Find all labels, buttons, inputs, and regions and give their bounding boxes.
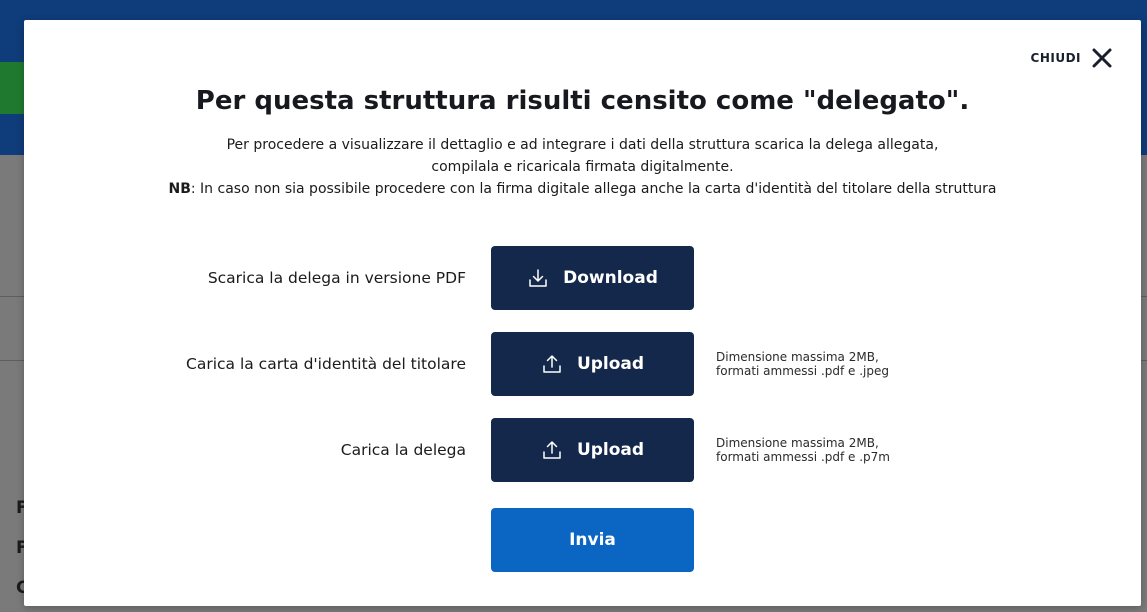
close-label: CHIUDI xyxy=(1030,51,1081,65)
upload-delegation-label: Carica la delega xyxy=(340,441,466,459)
note-line: formati ammessi .pdf e .p7m xyxy=(716,450,890,464)
upload-delegation-button-label: Upload xyxy=(576,440,645,460)
nb-note: NB: In caso non sia possibile procedere … xyxy=(24,178,1141,200)
note-line: formati ammessi .pdf e .jpeg xyxy=(716,364,890,378)
upload-id-card-button-label: Upload xyxy=(576,354,645,374)
intro-line: Per procedere a visualizzare il dettagli… xyxy=(226,137,939,153)
upload-icon xyxy=(543,355,561,373)
submit-button[interactable]: Invia xyxy=(491,508,694,572)
close-icon xyxy=(1092,48,1112,68)
modal-title: Per questa struttura risulti censito com… xyxy=(195,86,970,116)
download-button-label: Download xyxy=(563,268,658,288)
upload-id-card-note: Dimensione massima 2MB, formati ammessi … xyxy=(716,350,889,378)
upload-id-card-button[interactable]: Upload xyxy=(491,332,694,396)
download-button[interactable]: Download xyxy=(491,246,694,310)
upload-icon xyxy=(543,441,561,459)
delegate-modal: CHIUDI Per questa struttura risulti cens… xyxy=(24,20,1141,606)
note-line: Dimensione massima 2MB, xyxy=(716,350,879,364)
note-line: Dimensione massima 2MB, xyxy=(716,436,879,450)
download-label: Scarica la delega in versione PDF xyxy=(207,269,466,287)
upload-id-card-row: Carica la carta d'identità del titolare … xyxy=(24,332,1141,396)
download-icon xyxy=(529,269,547,287)
upload-id-card-label: Carica la carta d'identità del titolare xyxy=(186,355,466,373)
nb-text: : In caso non sia possibile procedere co… xyxy=(190,181,997,197)
upload-delegation-button[interactable]: Upload xyxy=(491,418,694,482)
upload-delegation-note: Dimensione massima 2MB, formati ammessi … xyxy=(716,436,890,464)
intro-line: compilala e ricaricala firmata digitalme… xyxy=(431,159,734,175)
close-button[interactable]: CHIUDI xyxy=(1031,47,1113,69)
upload-delegation-row: Carica la delega Upload Dimensione massi… xyxy=(24,418,1141,482)
nb-prefix: NB xyxy=(168,181,191,197)
modal-intro: Per procedere a visualizzare il dettagli… xyxy=(24,134,1141,200)
download-row: Scarica la delega in versione PDF Downlo… xyxy=(24,246,1141,310)
